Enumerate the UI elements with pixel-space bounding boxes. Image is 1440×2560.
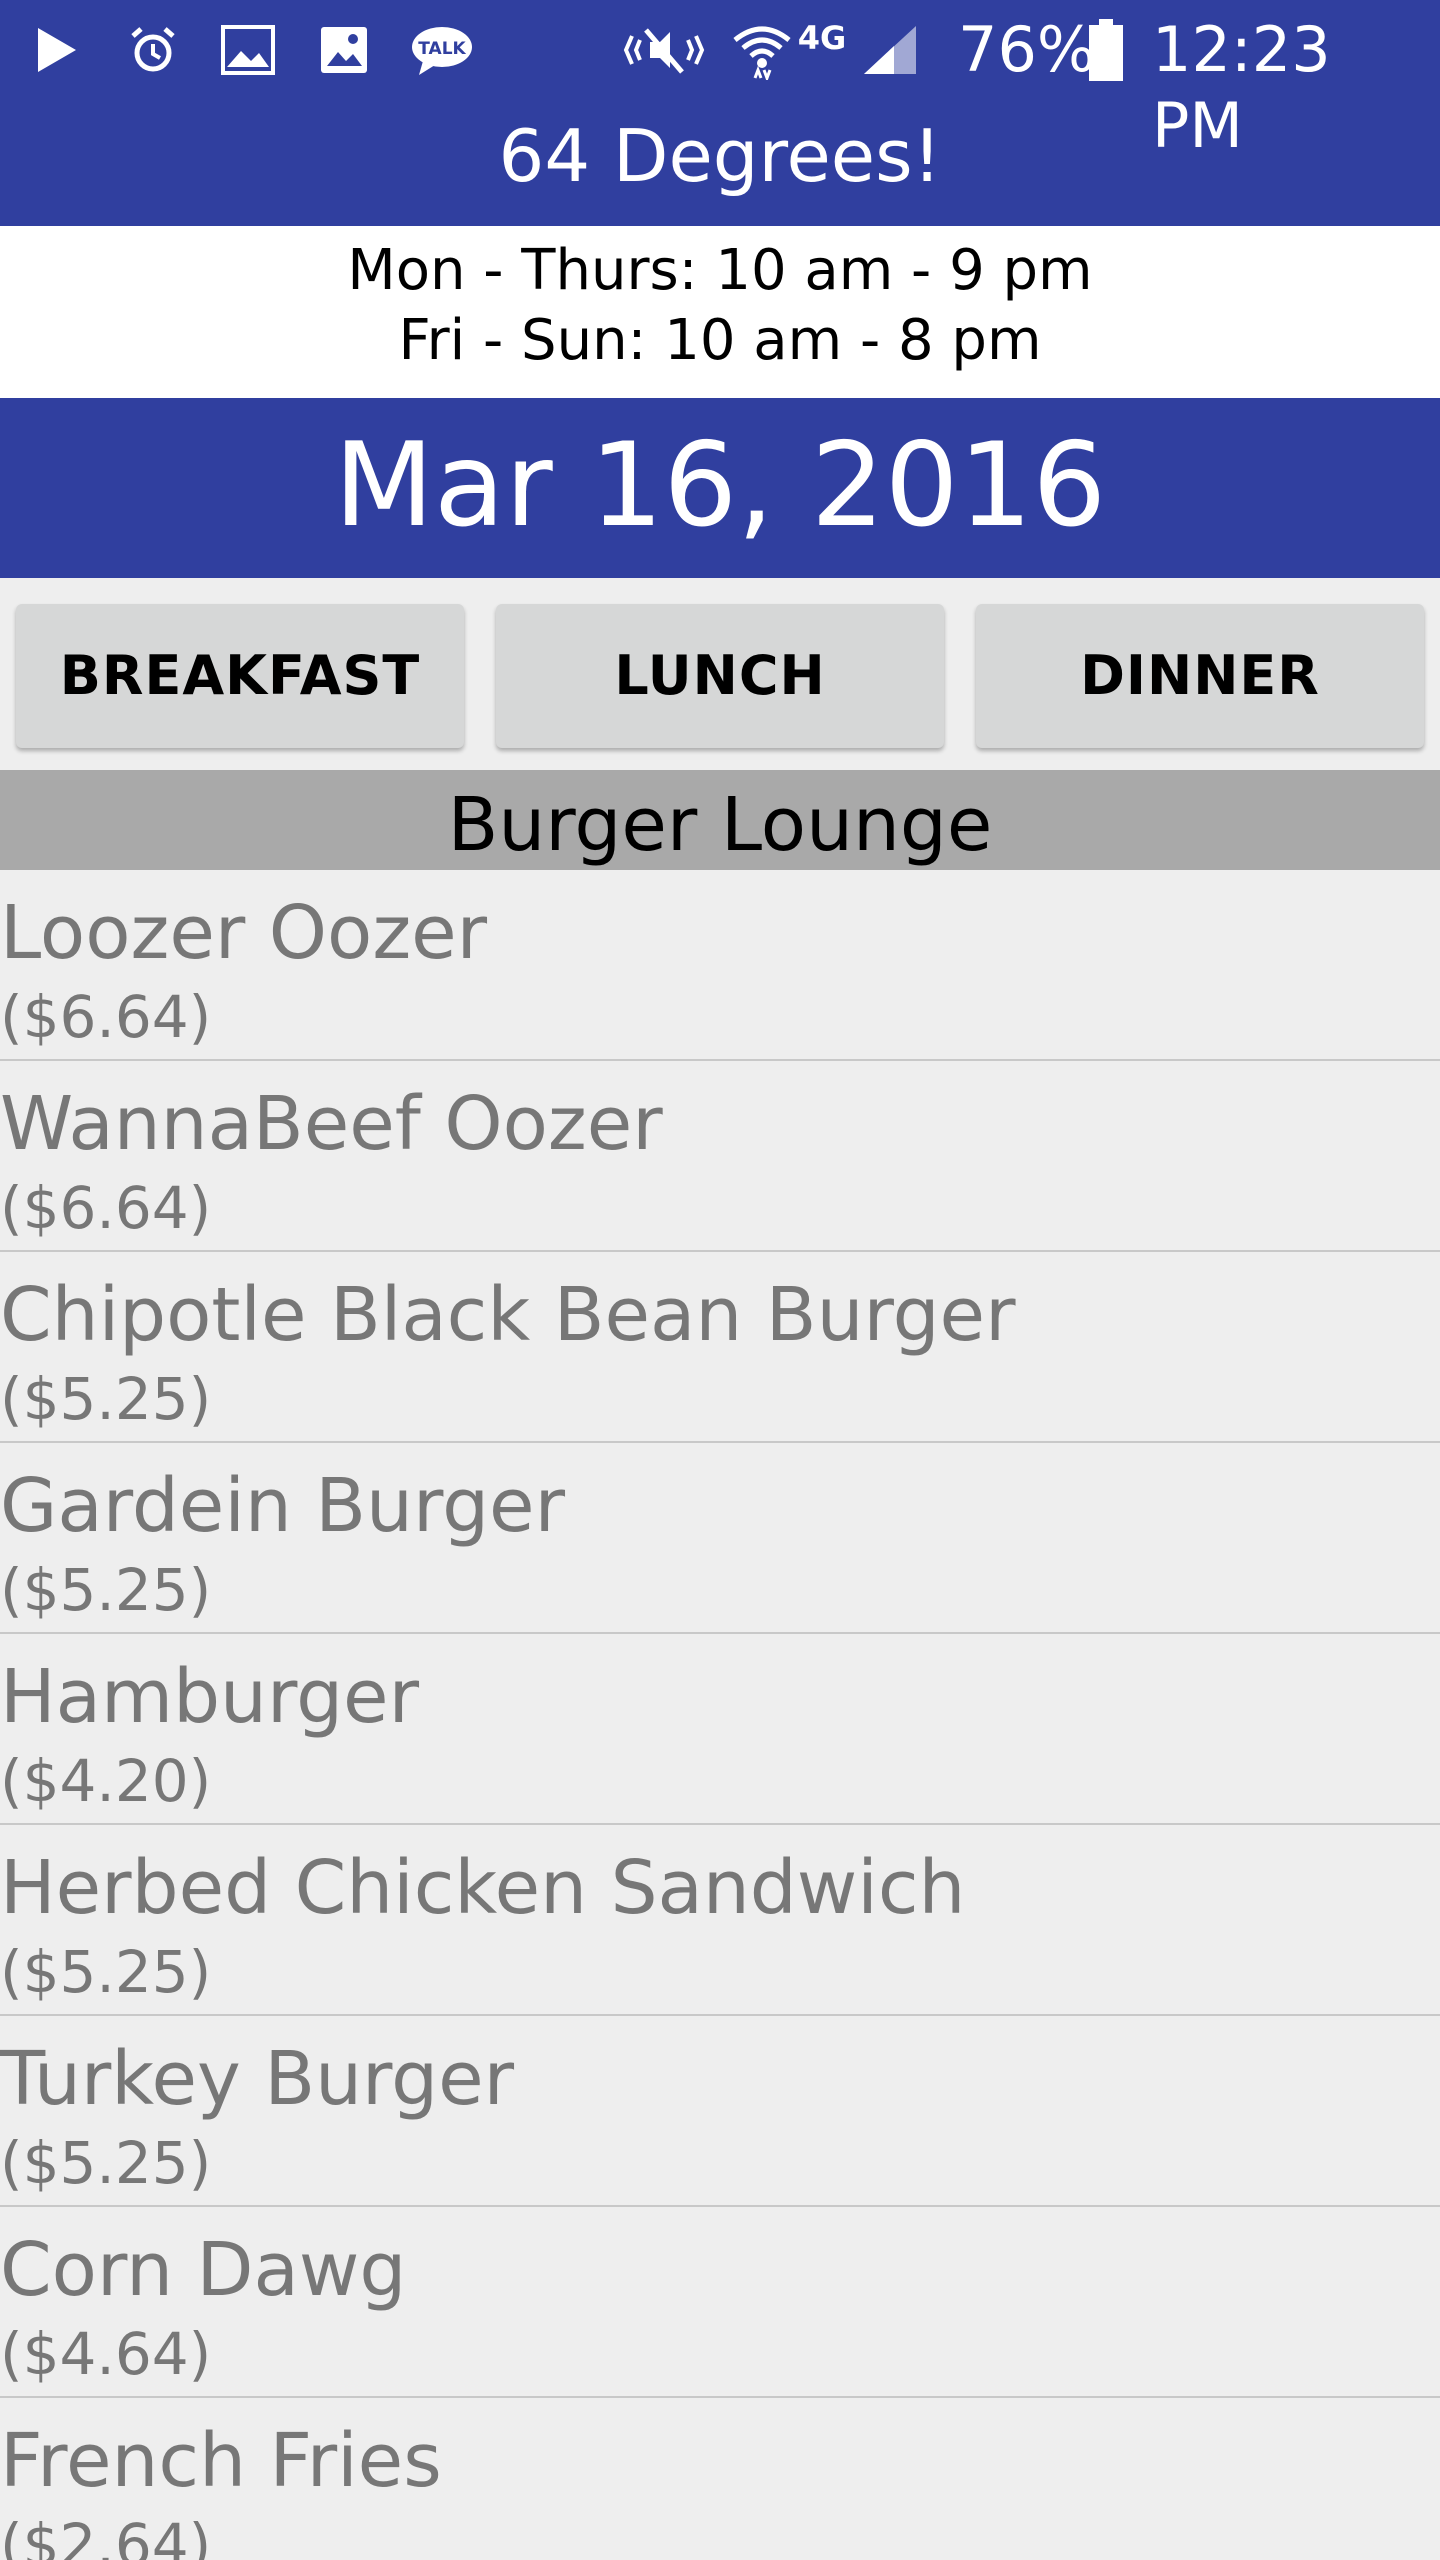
item-price: ($5.25) [0,1556,212,1624]
svg-text:TALK: TALK [418,39,466,59]
meal-button-row: BREAKFAST LUNCH DINNER [0,578,1440,770]
top-bar: TALK 4G 76% 12:23 PM 64 Degrees! [0,0,1440,226]
item-name: WannaBeef Oozer [0,1081,663,1167]
status-bar: TALK 4G 76% 12:23 PM [0,0,1440,162]
gallery-icon [216,18,280,82]
item-price: ($4.20) [0,1747,212,1815]
hours-weekend: Fri - Sun: 10 am - 8 pm [398,308,1042,373]
network-label: 4G [797,19,847,57]
signal-icon [858,18,922,82]
breakfast-button[interactable]: BREAKFAST [16,604,464,748]
hours-weekday: Mon - Thurs: 10 am - 9 pm [347,238,1093,303]
item-name: Loozer Oozer [0,890,488,976]
list-item[interactable]: French Fries ($2.64) [0,2398,1440,2560]
item-name: Corn Dawg [0,2227,407,2313]
item-name: Chipotle Black Bean Burger [0,1272,1016,1358]
list-item[interactable]: Chipotle Black Bean Burger ($5.25) [0,1252,1440,1443]
wifi-icon [730,18,794,82]
menu-list[interactable]: Loozer Oozer ($6.64) WannaBeef Oozer ($6… [0,870,1440,2560]
list-item[interactable]: WannaBeef Oozer ($6.64) [0,1061,1440,1252]
alarm-icon [124,18,182,82]
item-price: ($6.64) [0,983,212,1051]
item-price: ($5.25) [0,1365,212,1433]
item-price: ($2.64) [0,2511,212,2560]
app-title: 64 Degrees! [498,114,942,198]
hours-panel: Mon - Thurs: 10 am - 9 pm Fri - Sun: 10 … [0,226,1440,398]
item-name: Gardein Burger [0,1463,566,1549]
item-price: ($5.25) [0,2129,212,2197]
list-item[interactable]: Hamburger ($4.20) [0,1634,1440,1825]
lte-4g-icon: 4G [792,18,852,82]
talk-icon: TALK [406,18,478,82]
section-header: Burger Lounge [0,770,1440,870]
play-store-icon [28,18,84,82]
item-price: ($6.64) [0,1174,212,1242]
battery-icon [1086,18,1126,82]
item-name: Turkey Burger [0,2036,515,2122]
battery-percent: 76% [958,13,1096,86]
status-time: 12:23 PM [1152,13,1331,162]
list-item[interactable]: Herbed Chicken Sandwich ($5.25) [0,1825,1440,2016]
item-name: Hamburger [0,1654,419,1740]
list-item[interactable]: Turkey Burger ($5.25) [0,2016,1440,2207]
item-name: Herbed Chicken Sandwich [0,1845,966,1931]
dinner-button[interactable]: DINNER [976,604,1424,748]
date-display[interactable]: Mar 16, 2016 [0,398,1440,578]
lunch-button[interactable]: LUNCH [496,604,944,748]
list-item[interactable]: Corn Dawg ($4.64) [0,2207,1440,2398]
item-price: ($4.64) [0,2320,212,2388]
app-root: TALK 4G 76% 12:23 PM 64 Degrees! Mon - T… [0,0,1440,2560]
list-item[interactable]: Loozer Oozer ($6.64) [0,870,1440,1061]
item-price: ($5.25) [0,1938,212,2006]
list-item[interactable]: Gardein Burger ($5.25) [0,1443,1440,1634]
image-icon [314,18,374,82]
item-name: French Fries [0,2418,442,2504]
mute-vibrate-icon [620,18,708,82]
